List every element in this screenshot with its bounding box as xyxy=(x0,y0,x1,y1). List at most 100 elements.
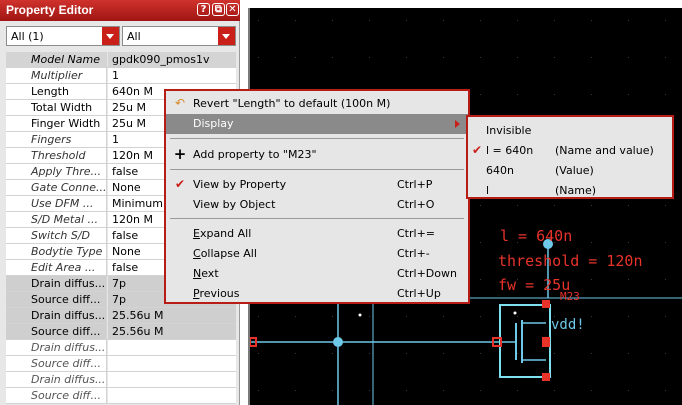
submenu-item-label: l = 640n xyxy=(486,144,534,157)
submenu-item[interactable]: 640n (Value) xyxy=(468,160,672,180)
property-row[interactable]: Multiplier 1 xyxy=(6,68,236,84)
submenu-item[interactable]: l (Name) xyxy=(468,180,672,200)
grid-dot xyxy=(591,20,592,21)
grid-dot xyxy=(443,390,444,391)
grid-dot xyxy=(517,20,518,21)
property-row[interactable]: Source diff... 25.56u M xyxy=(6,324,236,340)
pin-source[interactable] xyxy=(542,300,550,308)
length-label[interactable]: l = 640n xyxy=(500,227,572,245)
property-value[interactable] xyxy=(108,372,236,387)
grid-dot xyxy=(406,390,407,391)
grid-dot xyxy=(554,390,555,391)
grid-dot xyxy=(554,20,555,21)
grid-dot xyxy=(665,20,666,21)
property-name: Length xyxy=(6,84,107,99)
property-row[interactable]: Drain diffus... xyxy=(6,372,236,388)
vdd-label[interactable]: vdd! xyxy=(551,317,585,333)
undo-icon: ↶ xyxy=(174,96,186,110)
grid-dot xyxy=(517,205,518,206)
property-row[interactable]: Drain diffus... 25.56u M xyxy=(6,308,236,324)
menu-collapse-all[interactable]: Collapse All Ctrl+- xyxy=(166,244,468,264)
grid-dot xyxy=(665,242,666,243)
grid-dot xyxy=(480,353,481,354)
grid-dot xyxy=(665,390,666,391)
grid-dot xyxy=(517,57,518,58)
property-value[interactable] xyxy=(108,340,236,355)
property-value[interactable]: gpdk090_pmos1v xyxy=(108,52,236,67)
property-row[interactable]: Source diff... xyxy=(6,356,236,372)
property-name: Apply Thre... xyxy=(6,164,107,179)
property-editor-titlebar[interactable]: Property Editor ? ⧉ ✕ xyxy=(0,0,240,21)
float-window-icon[interactable]: ⧉ xyxy=(212,3,225,16)
instance-name-label[interactable]: M23 xyxy=(560,290,580,303)
menu-collapse-all-label: Collapse All xyxy=(193,247,257,260)
grid-dot xyxy=(295,353,296,354)
grid-dot xyxy=(332,316,333,317)
grid-dot xyxy=(591,390,592,391)
property-name: Source diff... xyxy=(6,356,107,371)
property-row[interactable]: Model Name gpdk090_pmos1v xyxy=(6,52,236,68)
close-icon[interactable]: ✕ xyxy=(226,3,239,16)
grid-dot xyxy=(258,390,259,391)
threshold-label[interactable]: threshold = 120n xyxy=(498,252,643,270)
display-submenu: Invisible ✔ l = 640n (Name and value) 640n (V… xyxy=(466,115,674,199)
menu-view-by-property[interactable]: ✔ View by Property Ctrl+P xyxy=(166,175,468,195)
grid-dot xyxy=(406,353,407,354)
menu-add-property[interactable]: + Add property to "M23" xyxy=(166,145,468,165)
property-value[interactable] xyxy=(108,356,236,371)
submenu-item[interactable]: Invisible xyxy=(468,120,672,140)
property-name: S/D Metal ... xyxy=(6,212,107,227)
menu-expand-all[interactable]: Expand All Ctrl+= xyxy=(166,224,468,244)
grid-dot xyxy=(628,279,629,280)
grid-dot xyxy=(258,353,259,354)
submenu-item-description: (Name) xyxy=(555,184,597,197)
pin-drain[interactable] xyxy=(542,373,550,381)
menu-add-property-label: Add property to "M23" xyxy=(193,148,317,161)
grid-dot xyxy=(295,316,296,317)
submenu-item[interactable]: ✔ l = 640n (Name and value) xyxy=(468,140,672,160)
grid-dot xyxy=(406,57,407,58)
pin-bulk[interactable] xyxy=(542,337,550,347)
property-name: Drain diffus... xyxy=(6,340,107,355)
property-name: Source diff... xyxy=(6,292,107,307)
property-value[interactable]: 1 xyxy=(108,68,236,83)
menu-previous[interactable]: Previous Ctrl+Up xyxy=(166,284,468,304)
menu-revert-length[interactable]: ↶ Revert "Length" to default (100n M) xyxy=(166,94,468,114)
grid-dot xyxy=(295,390,296,391)
property-filter-select[interactable]: All xyxy=(122,26,236,46)
property-name: Bodytie Type xyxy=(6,244,107,259)
property-value[interactable]: 25.56u M xyxy=(108,308,236,323)
help-icon[interactable]: ? xyxy=(197,3,210,16)
grid-dot xyxy=(258,57,259,58)
object-filter-select[interactable]: All (1) xyxy=(6,26,120,46)
grid-dot xyxy=(665,57,666,58)
chevron-down-icon[interactable] xyxy=(102,27,119,45)
grid-dot xyxy=(591,353,592,354)
menu-next[interactable]: Next Ctrl+Down xyxy=(166,264,468,284)
wire-junction[interactable] xyxy=(333,337,343,347)
menu-separator xyxy=(170,218,464,219)
grid-dot xyxy=(443,57,444,58)
chevron-down-icon[interactable] xyxy=(218,27,235,45)
menu-view-by-object-label: View by Object xyxy=(193,198,276,211)
property-row[interactable]: Source diff... xyxy=(6,388,236,404)
property-name: Fingers xyxy=(6,132,107,147)
grid-dot xyxy=(369,390,370,391)
menu-view-by-object[interactable]: View by Object Ctrl+O xyxy=(166,195,468,215)
property-name: Drain diffus... xyxy=(6,276,107,291)
grid-dot xyxy=(591,57,592,58)
property-name: Drain diffus... xyxy=(6,372,107,387)
property-value[interactable]: 25.56u M xyxy=(108,324,236,339)
menu-display[interactable]: Display xyxy=(166,114,468,134)
property-value[interactable] xyxy=(108,388,236,403)
grid-dot xyxy=(591,316,592,317)
grid-dot xyxy=(480,205,481,206)
object-filter-value: All (1) xyxy=(11,30,44,43)
grid-dot xyxy=(443,353,444,354)
grid-dot xyxy=(628,242,629,243)
grid-dot xyxy=(480,94,481,95)
property-row[interactable]: Drain diffus... xyxy=(6,340,236,356)
grid-dot xyxy=(295,20,296,21)
property-name: Total Width xyxy=(6,100,107,115)
property-name: Model Name xyxy=(6,52,107,67)
